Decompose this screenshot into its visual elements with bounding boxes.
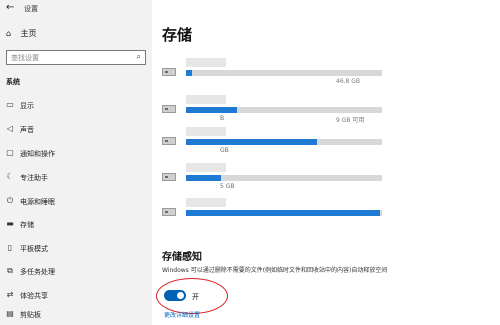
content-pane: 存储 46.8 GB B 9 GB 可用 GB 5 GB 存储感知 Window (152, 0, 500, 325)
power-icon: ⏻ (6, 196, 14, 205)
drive-usage-text: GB (220, 147, 229, 154)
usage-bar-fill (186, 210, 381, 216)
usage-bar-track (186, 107, 382, 113)
drive-name-blurred (186, 58, 226, 67)
section-label: 系统 (6, 78, 20, 86)
notification-icon: ▢ (6, 148, 14, 157)
home-label: 主页 (20, 29, 37, 38)
sidebar-item-label: 多任务处理 (20, 268, 55, 276)
usage-bar-track (186, 210, 382, 216)
home-icon: ⌂ (6, 29, 12, 38)
sidebar-item-storage[interactable]: ▬ 存储 (0, 216, 152, 236)
drive-usage-text: 5 GB (220, 183, 235, 190)
back-arrow-icon[interactable]: ← (6, 2, 14, 13)
drive-free-text: 46.8 GB (336, 78, 361, 85)
sidebar-item-notifications[interactable]: ▢ 通知和操作 (0, 145, 152, 165)
sidebar-item-label: 专注助手 (20, 174, 48, 182)
search-icon: ⌕ (136, 52, 141, 61)
drive-row[interactable]: 5 GB (160, 163, 490, 193)
drive-row[interactable]: GB (160, 127, 490, 157)
sidebar-item-power[interactable]: ⏻ 电源和睡眠 (0, 193, 152, 213)
search-placeholder: 查找设置 (11, 54, 39, 62)
sidebar-item-focus-assist[interactable]: ☾ 专注助手 (0, 169, 152, 189)
share-icon: ⇄ (6, 290, 14, 299)
home-nav-item[interactable]: ⌂ 主页 (6, 28, 37, 39)
sidebar-item-multitasking[interactable]: ⧉ 多任务处理 (0, 263, 152, 283)
sidebar-item-shared-experiences[interactable]: ⇄ 体验共享 (0, 287, 152, 307)
drive-icon (162, 173, 176, 181)
sidebar-item-sound[interactable]: ◁ 声音 (0, 121, 152, 141)
moon-icon: ☾ (6, 172, 14, 181)
sidebar-item-display[interactable]: ▭ 显示 (0, 97, 152, 117)
multitask-icon: ⧉ (7, 266, 13, 275)
drive-row[interactable]: 46.8 GB (160, 58, 490, 88)
sidebar-item-label: 体验共享 (20, 292, 48, 300)
usage-bar-fill (186, 175, 222, 181)
storage-sense-title: 存储感知 (162, 252, 202, 263)
sidebar-item-label: 声音 (20, 126, 34, 134)
drive-usage-text: B (220, 115, 225, 122)
usage-bar-fill (186, 139, 318, 145)
drive-name-blurred (186, 95, 226, 104)
display-icon: ▭ (6, 100, 14, 109)
tablet-icon: ▯ (7, 243, 13, 252)
usage-bar-track (186, 139, 382, 145)
clipboard-icon: ▤ (6, 309, 14, 318)
drive-icon (162, 137, 176, 145)
sidebar-item-label: 通知和操作 (20, 150, 55, 158)
sidebar-item-label: 剪贴板 (20, 311, 41, 319)
sidebar-item-tablet[interactable]: ▯ 平板模式 (0, 240, 152, 260)
usage-bar-fill (186, 70, 192, 76)
drive-row[interactable]: B 9 GB 可用 (160, 95, 490, 125)
sidebar-item-clipboard[interactable]: ▤ 剪贴板 (0, 306, 152, 325)
search-input[interactable]: 查找设置 ⌕ (6, 50, 146, 65)
annotation-circle (156, 278, 228, 314)
drive-icon (162, 68, 176, 76)
drive-name-blurred (186, 163, 226, 172)
sidebar-item-label: 显示 (20, 102, 34, 110)
sidebar-item-label: 存储 (20, 221, 34, 229)
drive-icon (162, 105, 176, 113)
sidebar-item-label: 平板模式 (20, 245, 48, 253)
drive-name-blurred (186, 127, 226, 136)
drive-name-blurred (186, 198, 226, 207)
storage-sense-description: Windows 可以通过删除不需要的文件(例如临时文件和回收站中的内容)自动释放… (162, 267, 388, 274)
app-title: 设置 (24, 5, 38, 13)
title-bar: ← 设置 (0, 0, 152, 18)
page-title: 存储 (162, 26, 193, 44)
usage-bar-fill (186, 107, 237, 113)
storage-icon: ▬ (6, 219, 14, 228)
navigation-pane: ← 设置 ⌂ 主页 查找设置 ⌕ 系统 ▭ 显示 ◁ 声音 ▢ 通知和操作 ☾ … (0, 0, 152, 325)
usage-bar-track (186, 175, 382, 181)
usage-bar-track (186, 70, 382, 76)
drive-icon (162, 208, 176, 216)
drive-row[interactable] (160, 198, 490, 228)
sidebar-item-label: 电源和睡眠 (20, 198, 55, 206)
drive-free-text: 9 GB 可用 (336, 117, 365, 124)
change-settings-link[interactable]: 更改详细设置 (164, 310, 200, 319)
sound-icon: ◁ (6, 124, 14, 133)
